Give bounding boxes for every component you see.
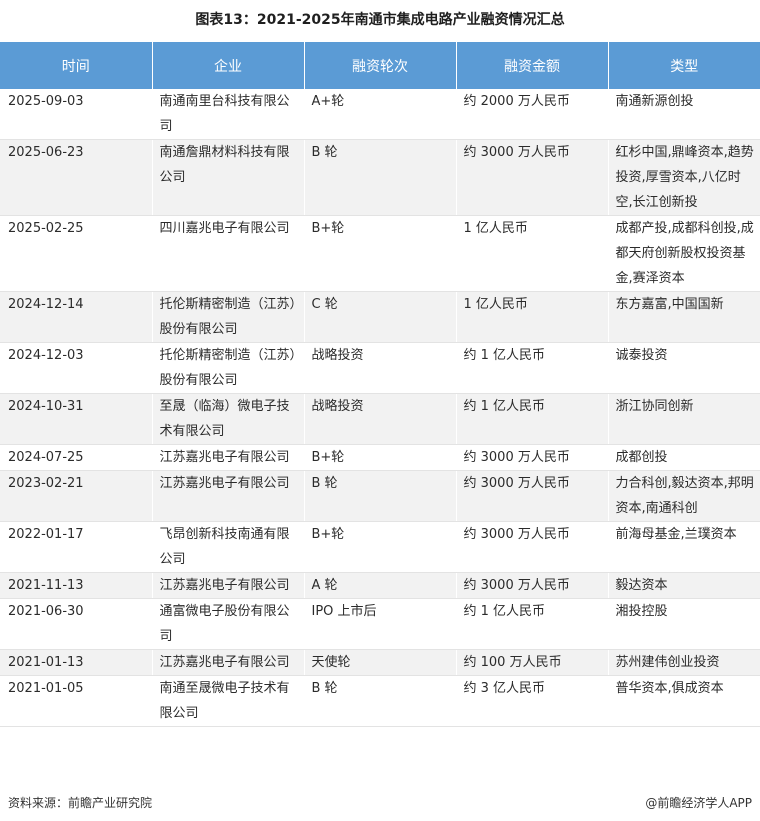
table-row: 2021-06-30 通富微电子股份有限公司 IPO 上市后约 1 亿人民币 湘投控股 — [0, 598, 760, 650]
cell-company: 托伦斯精密制造（江苏）股份有限公司 — [152, 291, 305, 343]
cell-date: 2021-01-05 — [0, 675, 153, 727]
cell-date: 2022-01-17 — [0, 521, 153, 573]
table-row: 2021-01-05 南通至晟微电子技术有限公司 B 轮约 3 亿人民币 普华资本,俱… — [0, 675, 760, 727]
cell-date: 2024-10-31 — [0, 393, 153, 445]
cell-amount: 1 亿人民币 — [456, 291, 609, 343]
cell-company: 四川嘉兆电子有限公司 — [152, 215, 305, 292]
cell-company: 托伦斯精密制造（江苏）股份有限公司 — [152, 342, 305, 394]
cell-date: 2021-11-13 — [0, 572, 153, 599]
table-row: 2025-06-23 南通詹鼎材料科技有限公司 B 轮约 3000 万人民币 红杉中国… — [0, 139, 760, 216]
cell-company: 南通詹鼎材料科技有限公司 — [152, 139, 305, 216]
cell-amount: 约 3000 万人民币 — [456, 444, 609, 471]
cell-investor: 红杉中国,鼎峰资本,趋势投资,厚雪资本,八亿时空,长江创新投 — [608, 139, 760, 216]
table-row: 2024-10-31 至晟（临海）微电子技术有限公司 战略投资约 1 亿人民币 浙江协… — [0, 393, 760, 445]
cell-amount: 1 亿人民币 — [456, 215, 609, 292]
cell-investor: 成都产投,成都科创投,成都天府创新股权投资基金,赛泽资本 — [608, 215, 760, 292]
cell-date: 2025-06-23 — [0, 139, 153, 216]
cell-investor: 普华资本,俱成资本 — [608, 675, 760, 727]
cell-company: 飞昂创新科技南通有限公司 — [152, 521, 305, 573]
cell-round: B+轮 — [304, 444, 457, 471]
cell-investor: 毅达资本 — [608, 572, 760, 599]
cell-investor: 浙江协同创新 — [608, 393, 760, 445]
cell-amount: 约 1 亿人民币 — [456, 393, 609, 445]
table-row: 2024-12-03 托伦斯精密制造（江苏）股份有限公司 战略投资约 1 亿人民币诚… — [0, 342, 760, 394]
cell-investor: 东方嘉富,中国国新 — [608, 291, 760, 343]
financing-table: 时间 企业 融资轮次 融资金额 类型 2025-09-03 南通南里台科技有限公司… — [0, 42, 760, 727]
cell-date: 2021-01-13 — [0, 649, 153, 676]
cell-company: 通富微电子股份有限公司 — [152, 598, 305, 650]
cell-company: 江苏嘉兆电子有限公司 — [152, 649, 305, 676]
table-row: 2022-01-17 飞昂创新科技南通有限公司 B+轮约 3000 万人民币 前海母基… — [0, 521, 760, 573]
cell-amount: 约 1 亿人民币 — [456, 342, 609, 394]
footer: 资料来源：前瞻产业研究院 @前瞻经济学人APP — [0, 793, 760, 813]
cell-date: 2025-09-03 — [0, 89, 153, 140]
cell-date: 2024-12-14 — [0, 291, 153, 343]
column-header-round: 融资轮次 — [304, 42, 457, 89]
cell-amount: 约 3000 万人民币 — [456, 139, 609, 216]
cell-date: 2021-06-30 — [0, 598, 153, 650]
cell-amount: 约 3 亿人民币 — [456, 675, 609, 727]
cell-amount: 约 3000 万人民币 — [456, 521, 609, 573]
table-row: 2024-12-14 托伦斯精密制造（江苏）股份有限公司 C 轮1 亿人民币 东方嘉富… — [0, 291, 760, 343]
column-header-company: 企业 — [152, 42, 305, 89]
table-row: 2025-02-25 四川嘉兆电子有限公司 B+轮 1 亿人民币 成都产投,成都科创投,… — [0, 215, 760, 292]
cell-company: 江苏嘉兆电子有限公司 — [152, 444, 305, 471]
table-row: 2025-09-03 南通南里台科技有限公司 A+轮约 2000 万人民币 南通新源创… — [0, 89, 760, 140]
cell-date: 2025-02-25 — [0, 215, 153, 292]
cell-round: B 轮 — [304, 675, 457, 727]
table-row: 2024-07-25 江苏嘉兆电子有限公司 B+轮约 3000 万人民币 成都创投 — [0, 444, 760, 471]
cell-investor: 湘投控股 — [608, 598, 760, 650]
cell-date: 2024-07-25 — [0, 444, 153, 471]
column-header-amount: 融资金额 — [456, 42, 609, 89]
cell-company: 南通至晟微电子技术有限公司 — [152, 675, 305, 727]
source-note: 资料来源：前瞻产业研究院 — [8, 796, 153, 810]
cell-round: C 轮 — [304, 291, 457, 343]
cell-investor: 南通新源创投 — [608, 89, 760, 140]
cell-amount: 约 3000 万人民币 — [456, 572, 609, 599]
column-header-date: 时间 — [0, 42, 153, 89]
table-header-row: 时间 企业 融资轮次 融资金额 类型 — [0, 42, 760, 89]
cell-company: 至晟（临海）微电子技术有限公司 — [152, 393, 305, 445]
cell-round: 战略投资 — [304, 393, 457, 445]
cell-round: B+轮 — [304, 521, 457, 573]
table-row: 2021-01-13 江苏嘉兆电子有限公司 天使轮约 100 万人民币 苏州建伟创业投… — [0, 649, 760, 676]
cell-round: 战略投资 — [304, 342, 457, 394]
cell-round: B 轮 — [304, 139, 457, 216]
cell-company: 南通南里台科技有限公司 — [152, 89, 305, 140]
cell-company: 江苏嘉兆电子有限公司 — [152, 572, 305, 599]
cell-round: A+轮 — [304, 89, 457, 140]
cell-investor: 苏州建伟创业投资 — [608, 649, 760, 676]
chart-title: 图表13：2021-2025年南通市集成电路产业融资情况汇总 — [195, 12, 565, 28]
cell-round: A 轮 — [304, 572, 457, 599]
cell-round: B+轮 — [304, 215, 457, 292]
table-row: 2023-02-21 江苏嘉兆电子有限公司 B 轮约 3000 万人民币 力合科创,毅… — [0, 470, 760, 522]
brand-credit: @前瞻经济学人APP — [645, 796, 752, 810]
cell-round: IPO 上市后 — [304, 598, 457, 650]
cell-round: B 轮 — [304, 470, 457, 522]
cell-company: 江苏嘉兆电子有限公司 — [152, 470, 305, 522]
cell-investor: 力合科创,毅达资本,邦明资本,南通科创 — [608, 470, 760, 522]
cell-amount: 约 100 万人民币 — [456, 649, 609, 676]
cell-amount: 约 2000 万人民币 — [456, 89, 609, 140]
column-header-investor: 类型 — [608, 42, 760, 89]
cell-investor: 成都创投 — [608, 444, 760, 471]
cell-amount: 约 1 亿人民币 — [456, 598, 609, 650]
cell-investor: 诚泰投资 — [608, 342, 760, 394]
cell-round: 天使轮 — [304, 649, 457, 676]
cell-date: 2024-12-03 — [0, 342, 153, 394]
cell-investor: 前海母基金,兰璞资本 — [608, 521, 760, 573]
cell-date: 2023-02-21 — [0, 470, 153, 522]
cell-amount: 约 3000 万人民币 — [456, 470, 609, 522]
table-row: 2021-11-13 江苏嘉兆电子有限公司 A 轮约 3000 万人民币 毅达资本 — [0, 572, 760, 599]
